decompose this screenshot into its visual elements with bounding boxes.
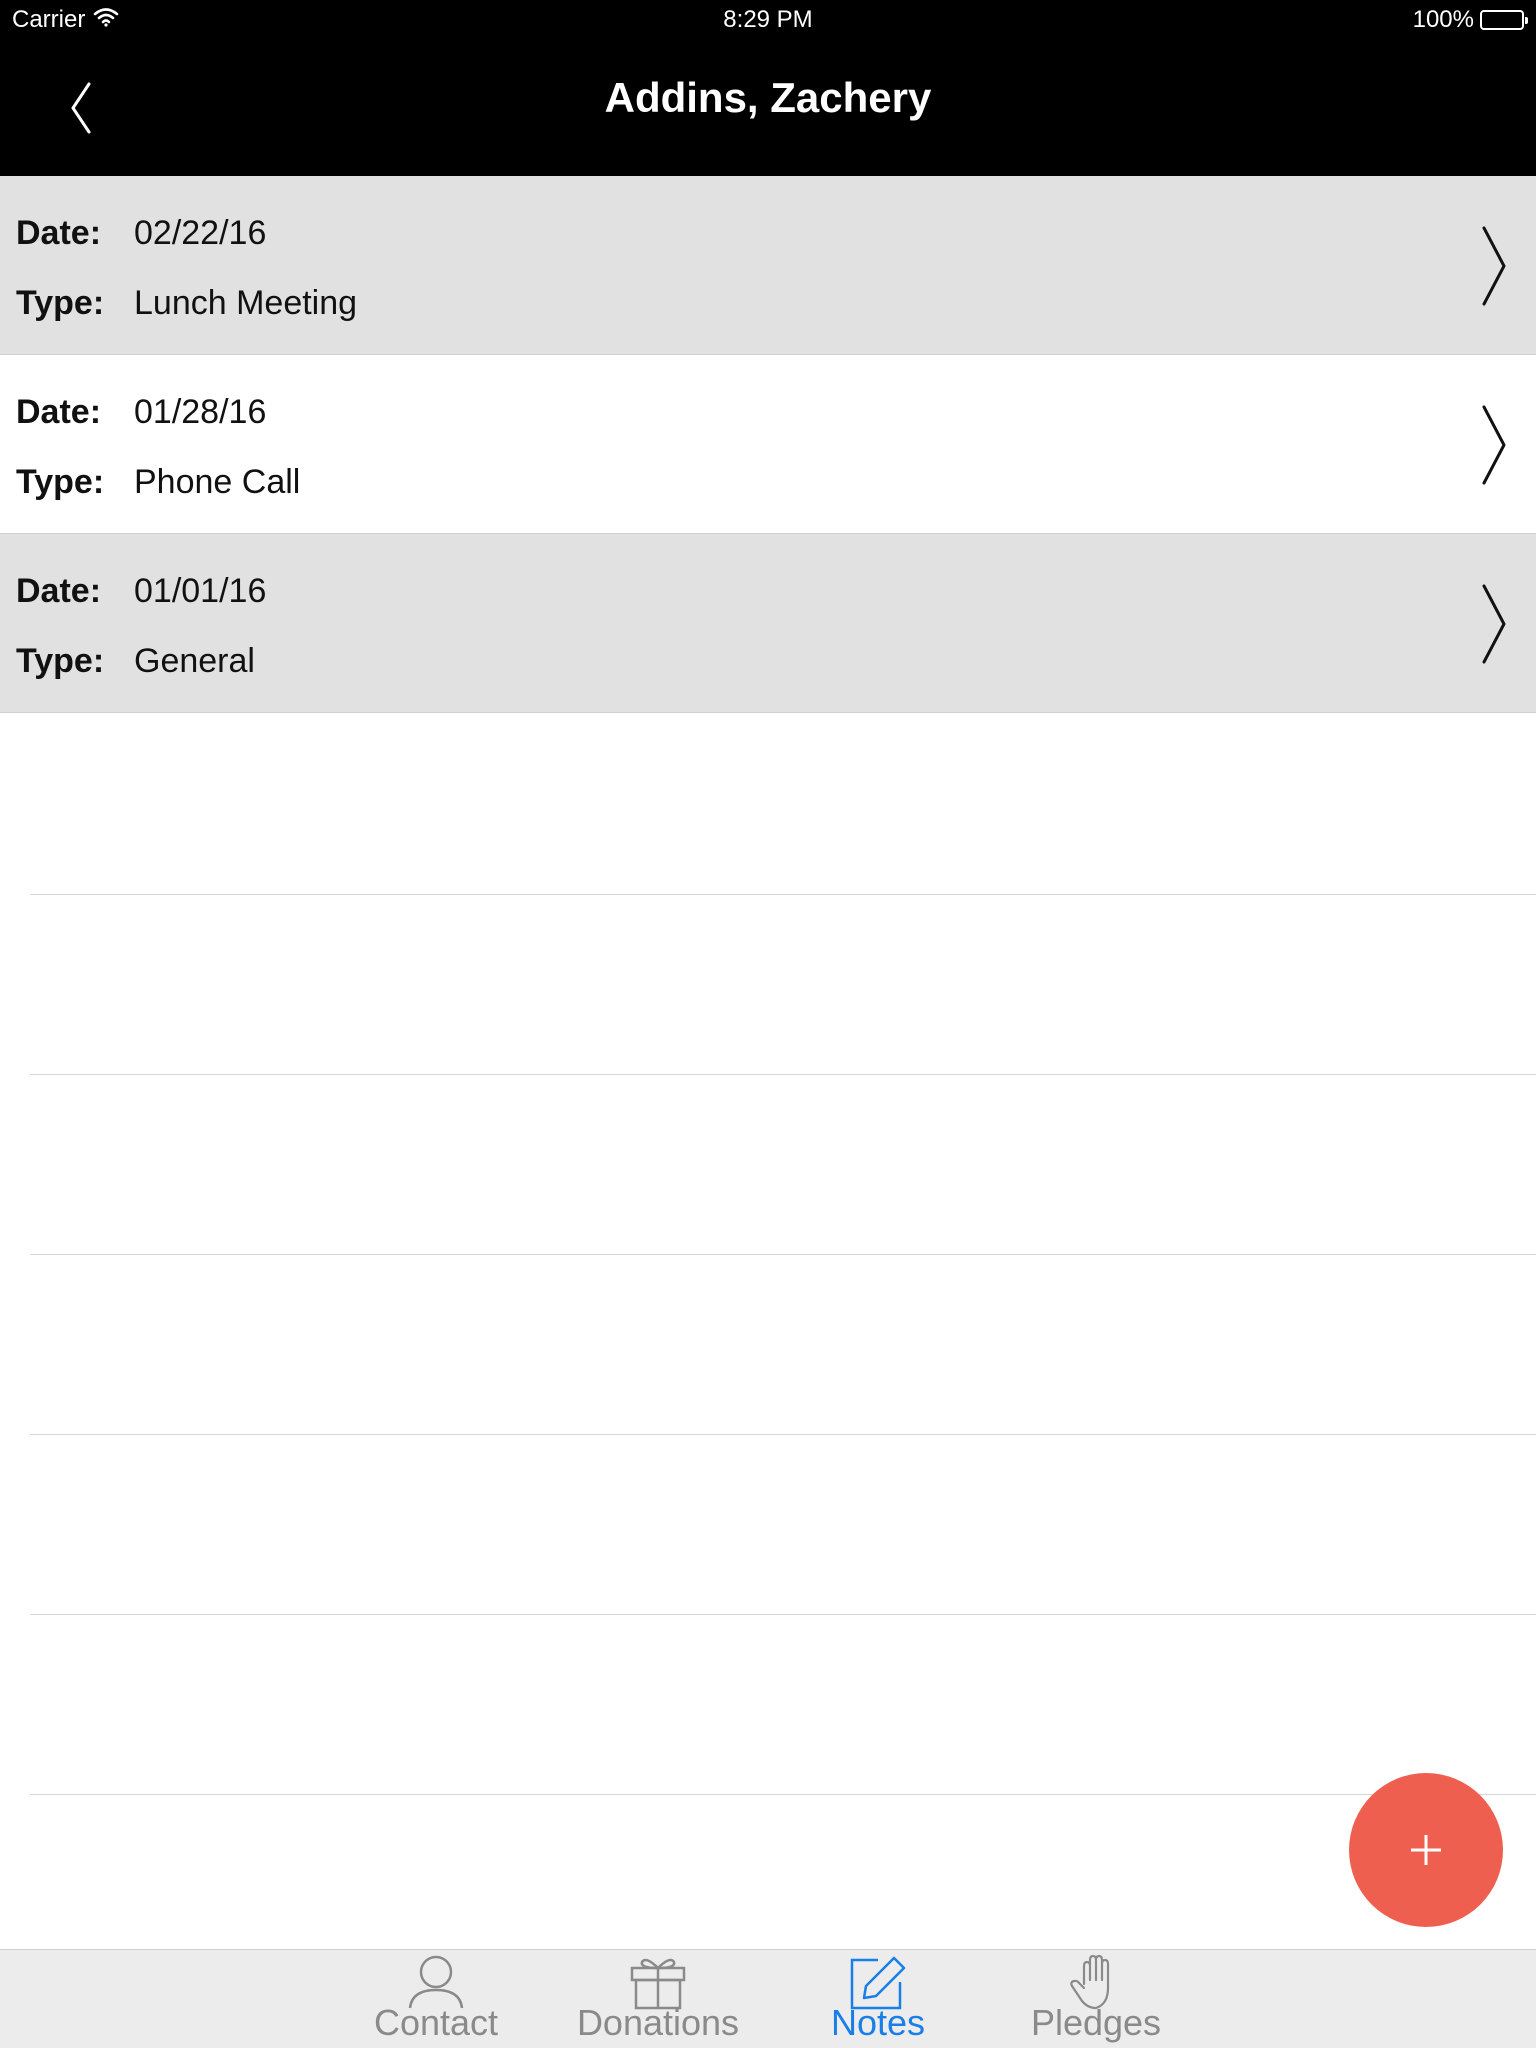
note-row-3[interactable]: Date: 01/01/16 Type: General <box>0 534 1536 713</box>
add-note-button[interactable] <box>1349 1773 1503 1927</box>
note-date-line: Date: 01/28/16 <box>16 393 266 432</box>
chevron-right-icon <box>1482 226 1506 306</box>
tab-bar: Contact Donations Notes Pledges <box>0 1949 1536 2048</box>
note-date: 01/28/16 <box>134 393 267 431</box>
tab-label: Donations <box>576 2002 740 2043</box>
note-date-line: Date: 01/01/16 <box>16 572 266 611</box>
empty-row <box>30 1435 1536 1615</box>
tab-label: Pledges <box>1030 2002 1162 2043</box>
date-label: Date: <box>16 214 102 252</box>
empty-row <box>30 715 1536 895</box>
empty-row <box>30 1795 1536 1975</box>
status-time: 8:29 PM <box>723 6 813 33</box>
battery-percent: 100% <box>1412 6 1474 33</box>
note-date-line: Date: 02/22/16 <box>16 214 266 253</box>
empty-row <box>30 1255 1536 1435</box>
note-row-2[interactable]: Date: 01/28/16 Type: Phone Call <box>0 355 1536 534</box>
tab-contact[interactable]: Contact <box>346 1950 526 2048</box>
battery-icon <box>1480 10 1528 30</box>
empty-row <box>30 1075 1536 1255</box>
empty-row <box>30 1615 1536 1795</box>
navigation-bar: Addins, Zachery <box>0 40 1536 176</box>
notes-list: Date: 02/22/16 Type: Lunch Meeting Date:… <box>0 176 1536 713</box>
chevron-right-icon <box>1482 405 1506 485</box>
date-label: Date: <box>16 393 102 431</box>
type-label: Type: <box>16 284 105 322</box>
note-type: General <box>134 642 255 680</box>
empty-row <box>30 895 1536 1075</box>
type-label: Type: <box>16 642 105 680</box>
tab-pledges[interactable]: Pledges <box>1006 1950 1186 2048</box>
empty-rows <box>0 715 1536 1975</box>
note-row-1[interactable]: Date: 02/22/16 Type: Lunch Meeting <box>0 176 1536 355</box>
chevron-right-icon <box>1482 584 1506 664</box>
note-type-line: Type: Phone Call <box>16 463 300 502</box>
plus-icon <box>1411 1835 1441 1865</box>
date-label: Date: <box>16 572 102 610</box>
status-bar: Carrier 8:29 PM 100% <box>0 0 1536 40</box>
note-date: 02/22/16 <box>134 214 267 252</box>
note-type-line: Type: Lunch Meeting <box>16 284 357 323</box>
note-type: Lunch Meeting <box>134 284 358 322</box>
type-label: Type: <box>16 463 105 501</box>
tab-label: Contact <box>373 2002 499 2043</box>
notes-screen: Carrier 8:29 PM 100% Addins, Zachery Dat… <box>0 0 1536 2048</box>
note-date: 01/01/16 <box>134 572 267 610</box>
battery-indicator: 100% <box>1412 6 1528 34</box>
tab-notes[interactable]: Notes <box>788 1950 968 2048</box>
note-type-line: Type: General <box>16 642 255 681</box>
tab-label: Notes <box>830 2002 926 2043</box>
note-type: Phone Call <box>134 463 301 501</box>
page-title: Addins, Zachery <box>604 74 932 121</box>
tab-donations[interactable]: Donations <box>568 1950 748 2048</box>
